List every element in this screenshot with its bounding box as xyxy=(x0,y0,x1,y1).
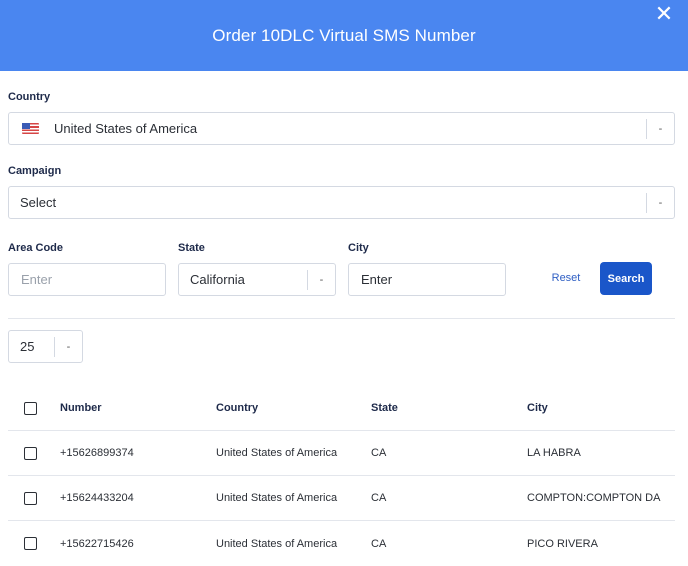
row-number: +15622715426 xyxy=(60,537,134,550)
column-header-city[interactable]: City xyxy=(527,386,548,430)
row-state: CA xyxy=(371,492,387,504)
area-code-label: Area Code xyxy=(8,242,64,254)
chevron-down-icon: - xyxy=(307,269,335,290)
dialog-header: Order 10DLC Virtual SMS Number ✕ xyxy=(0,0,688,71)
page-size-select[interactable]: 25 - xyxy=(8,330,83,363)
table-row[interactable]: +15626899374 United States of America CA… xyxy=(8,431,675,476)
numbers-table: Number Country State City +15626899374 U… xyxy=(8,386,675,566)
select-all-checkbox[interactable] xyxy=(24,401,37,415)
city-input[interactable]: Enter xyxy=(348,263,506,296)
row-checkbox[interactable] xyxy=(24,537,37,550)
column-header-state[interactable]: State xyxy=(371,386,398,430)
state-select[interactable]: California - xyxy=(178,263,336,296)
row-number: +15626899374 xyxy=(60,447,134,459)
area-code-input[interactable]: Enter xyxy=(8,263,166,296)
row-checkbox[interactable] xyxy=(24,446,37,460)
row-country: United States of America xyxy=(216,492,338,504)
row-country: United States of America xyxy=(216,447,338,459)
state-label: State xyxy=(178,242,205,254)
row-country: United States of America xyxy=(216,537,338,550)
row-city: LA HABRA xyxy=(527,447,581,459)
column-header-country[interactable]: Country xyxy=(216,386,258,430)
campaign-value: Select xyxy=(20,195,57,210)
table-row[interactable]: +15622715426 United States of America CA… xyxy=(8,521,675,566)
chevron-down-icon: - xyxy=(646,192,674,213)
dialog-title: Order 10DLC Virtual SMS Number xyxy=(212,25,476,45)
us-flag-icon xyxy=(22,123,39,134)
row-city: PICO RIVERA xyxy=(527,537,598,550)
table-row[interactable]: +15624433204 United States of America CA… xyxy=(8,476,675,521)
chevron-down-icon: - xyxy=(54,336,82,357)
divider xyxy=(8,318,675,319)
column-header-number[interactable]: Number xyxy=(60,386,102,430)
row-city: COMPTON:COMPTON DA xyxy=(527,492,661,504)
country-label: Country xyxy=(8,91,51,103)
row-checkbox[interactable] xyxy=(24,491,37,505)
close-icon[interactable]: ✕ xyxy=(654,3,674,25)
row-state: CA xyxy=(371,447,387,459)
row-state: CA xyxy=(371,537,387,550)
state-value: California xyxy=(190,272,245,287)
chevron-down-icon: - xyxy=(646,118,674,139)
country-value: United States of America xyxy=(54,121,198,136)
city-label: City xyxy=(348,242,369,254)
page-size-value: 25 xyxy=(20,339,35,354)
campaign-select[interactable]: Select - xyxy=(8,186,675,219)
search-button[interactable]: Search xyxy=(600,262,652,295)
country-select[interactable]: United States of America - xyxy=(8,112,675,145)
table-header-row: Number Country State City xyxy=(8,386,675,431)
campaign-label: Campaign xyxy=(8,165,62,177)
reset-button[interactable]: Reset xyxy=(542,263,590,293)
row-number: +15624433204 xyxy=(60,492,134,504)
